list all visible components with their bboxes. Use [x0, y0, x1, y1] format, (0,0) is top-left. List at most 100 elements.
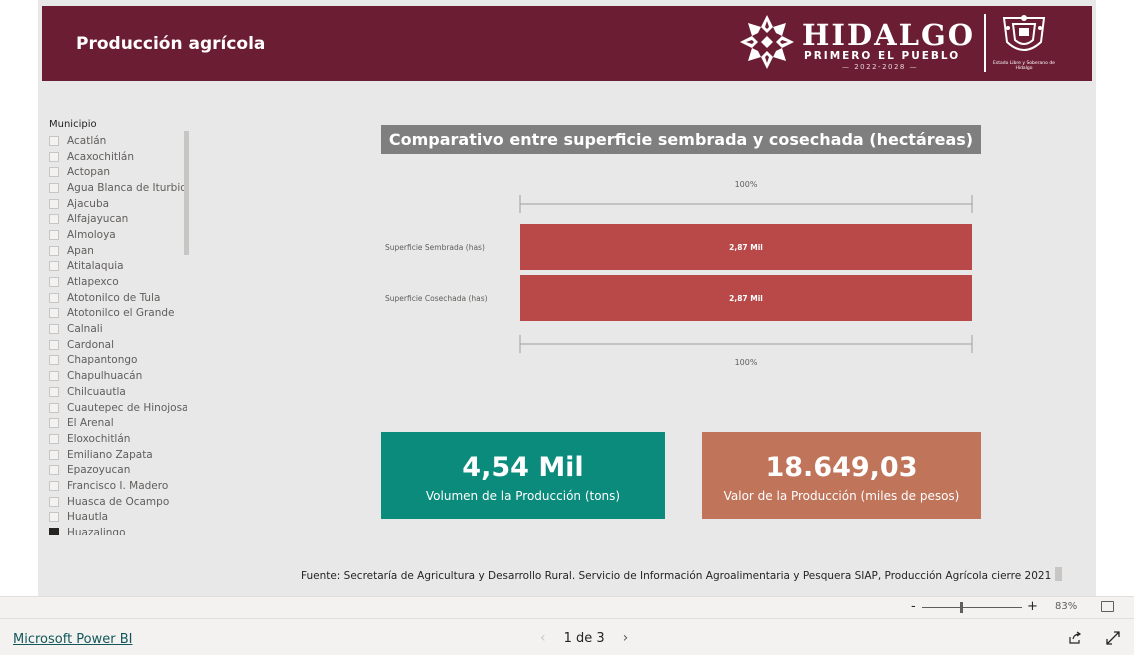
checkbox[interactable]: [49, 214, 59, 225]
logo-years: — 2022-2028 —: [842, 63, 919, 71]
slicer-item[interactable]: Huasca de Ocampo: [49, 494, 187, 510]
slicer-item[interactable]: Huazalingo: [49, 525, 187, 535]
data-label: 2,87 Mil: [729, 243, 763, 252]
municipio-slicer-list[interactable]: Acatlán Acaxochitlán Actopan Agua Blanca de…: [49, 133, 187, 535]
slicer-item[interactable]: Acaxochitlán: [49, 149, 187, 165]
production-volume-card: 4,54 Mil Volumen de la Producción (tons): [381, 432, 665, 519]
slicer-item-label: Atlapexco: [67, 276, 119, 289]
checkbox[interactable]: [49, 433, 59, 444]
checkbox[interactable]: [49, 496, 59, 507]
report-header: Producción agrícola HIDALGO PRIMERO EL P…: [42, 6, 1092, 81]
production-value-card: 18.649,03 Valor de la Producción (miles …: [702, 432, 981, 519]
slicer-item[interactable]: Acatlán: [49, 133, 187, 149]
slicer-item-label: Acaxochitlán: [67, 150, 134, 163]
slicer-item[interactable]: Atotonilco de Tula: [49, 290, 187, 306]
slicer-item[interactable]: Agua Blanca de Iturbide: [49, 180, 187, 196]
zoom-out-button[interactable]: -: [911, 599, 916, 614]
logo-divider: [984, 14, 986, 72]
zoom-level: 83%: [1055, 601, 1078, 612]
power-bi-link[interactable]: Microsoft Power BI: [13, 632, 132, 647]
slicer-item[interactable]: Alfajayucan: [49, 211, 187, 227]
checkbox[interactable]: [49, 245, 59, 256]
footer-bar: Microsoft Power BI ‹ 1 de 3 ›: [0, 618, 1134, 655]
slicer-item-label: Almoloya: [67, 228, 116, 241]
state-seal-icon: [1002, 15, 1046, 51]
slicer-item-label: Actopan: [67, 166, 111, 179]
slicer-item[interactable]: Chapulhuacán: [49, 368, 187, 384]
slicer-item[interactable]: Chapantongo: [49, 353, 187, 369]
slicer-item[interactable]: Ajacuba: [49, 196, 187, 212]
category-label: Superficie Sembrada (has): [385, 243, 485, 252]
checkbox[interactable]: [49, 418, 59, 429]
slicer-item-label: Agua Blanca de Iturbide: [67, 181, 187, 194]
category-label: Superficie Cosechada (has): [385, 294, 488, 303]
slicer-item-label: Apan: [67, 244, 94, 257]
checkbox[interactable]: [49, 324, 59, 335]
seal-caption: Estado Libre y Soberano de Hidalgo: [993, 61, 1055, 71]
slicer-item[interactable]: Calnali: [49, 321, 187, 337]
checkbox[interactable]: [49, 402, 59, 413]
hidalgo-star-logo-icon: [740, 15, 794, 69]
zoom-in-button[interactable]: +: [1027, 599, 1038, 614]
slicer-item[interactable]: El Arenal: [49, 415, 187, 431]
slicer-item-label: Acatlán: [67, 134, 107, 147]
fit-to-page-icon[interactable]: [1101, 601, 1114, 612]
checkbox[interactable]: [49, 167, 59, 178]
slicer-item[interactable]: Actopan: [49, 164, 187, 180]
production-volume-value: 4,54 Mil: [462, 452, 584, 483]
checkbox[interactable]: [49, 135, 59, 146]
slicer-item-label: Chilcuautla: [67, 385, 126, 398]
chevron-left-icon[interactable]: ‹: [540, 630, 546, 646]
slicer-item[interactable]: Apan: [49, 243, 187, 259]
chart-title: Comparativo entre superficie sembrada y …: [381, 125, 981, 154]
slicer-item[interactable]: Cuautepec de Hinojosa: [49, 400, 187, 416]
checkbox[interactable]: [49, 528, 59, 535]
checkbox[interactable]: [49, 465, 59, 476]
data-label: 2,87 Mil: [729, 294, 763, 303]
checkbox[interactable]: [49, 480, 59, 491]
slicer-item[interactable]: Eloxochitlán: [49, 431, 187, 447]
checkbox[interactable]: [49, 512, 59, 523]
slicer-item[interactable]: Chilcuautla: [49, 384, 187, 400]
checkbox[interactable]: [49, 339, 59, 350]
surface-comparison-chart: 100% 100% Superficie Sembrada (has) 2,87 Mi…: [385, 180, 973, 367]
slicer-item[interactable]: Emiliano Zapata: [49, 447, 187, 463]
checkbox[interactable]: [49, 386, 59, 397]
production-value-label: Valor de la Producción (miles de pesos): [723, 489, 960, 503]
slicer-item-label: Atotonilco el Grande: [67, 307, 175, 320]
chevron-right-icon[interactable]: ›: [623, 630, 629, 646]
checkbox[interactable]: [49, 261, 59, 272]
slicer-item[interactable]: Cardonal: [49, 337, 187, 353]
checkbox[interactable]: [49, 151, 59, 162]
slicer-item[interactable]: Francisco I. Madero: [49, 478, 187, 494]
slicer-item[interactable]: Atlapexco: [49, 274, 187, 290]
share-icon[interactable]: [1068, 631, 1082, 645]
page-scrollbar[interactable]: [1055, 567, 1062, 581]
slicer-item-label: Ajacuba: [67, 197, 110, 210]
slicer-item[interactable]: Atitalaquia: [49, 259, 187, 275]
slicer-item[interactable]: Huautla: [49, 510, 187, 526]
percent-label: 100%: [735, 180, 758, 189]
checkbox[interactable]: [49, 355, 59, 366]
slicer-item-label: Atitalaquia: [67, 260, 124, 273]
logo-wordmark: HIDALGO: [802, 18, 976, 52]
checkbox[interactable]: [49, 449, 59, 460]
page-navigator: ‹ 1 de 3 ›: [540, 630, 628, 646]
slicer-scrollbar[interactable]: [184, 131, 189, 255]
checkbox[interactable]: [49, 182, 59, 193]
zoom-slider-track[interactable]: [922, 607, 1022, 608]
slicer-item[interactable]: Epazoyucan: [49, 462, 187, 478]
slicer-item[interactable]: Almoloya: [49, 227, 187, 243]
checkbox[interactable]: [49, 292, 59, 303]
expand-icon[interactable]: [1106, 631, 1120, 645]
checkbox[interactable]: [49, 277, 59, 288]
slicer-item-label: Eloxochitlán: [67, 432, 131, 445]
production-value-value: 18.649,03: [765, 452, 918, 483]
checkbox[interactable]: [49, 229, 59, 240]
page-indicator: 1 de 3: [563, 630, 605, 646]
zoom-slider-thumb[interactable]: [960, 602, 963, 613]
slicer-item[interactable]: Atotonilco el Grande: [49, 306, 187, 322]
checkbox[interactable]: [49, 308, 59, 319]
checkbox[interactable]: [49, 198, 59, 209]
checkbox[interactable]: [49, 371, 59, 382]
